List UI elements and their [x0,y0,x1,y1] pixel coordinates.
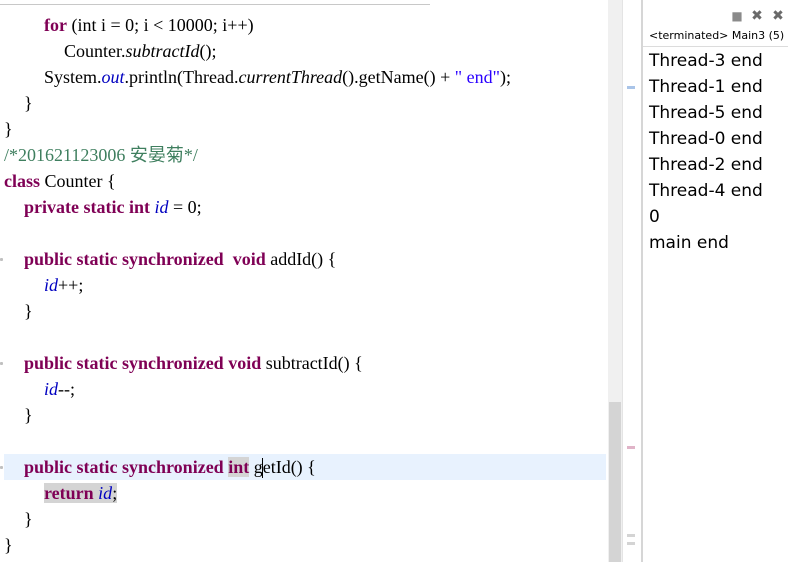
code-token: class [4,171,40,191]
code-token: addId() { [265,249,337,269]
console-toolbar: ■ ✖ ✖ <terminated> Main3 (5) [643,0,788,47]
code-token: " end" [454,67,500,87]
code-editor[interactable]: for (int i = 0; i < 10000; i++) Counter.s… [0,0,608,562]
fold-marker[interactable] [0,362,3,365]
code-token: subtractId() { [261,353,363,373]
console-output-line: Thread-1 end [649,77,763,97]
ruler-occurrence-mark[interactable] [627,534,635,537]
code-line[interactable]: /*201621123006 安晏菊*/ [4,142,198,168]
code-token: ().getName() + [342,67,455,87]
ruler-occurrence-mark[interactable] [627,86,635,89]
fold-marker[interactable] [0,466,3,469]
code-token: public static synchronized void [24,353,262,373]
code-line[interactable]: } [24,402,33,428]
remove-all-launches-icon[interactable]: ✖ [770,8,786,24]
code-token: int [228,457,250,477]
code-token: subtractId [125,41,200,61]
code-line[interactable]: } [4,532,13,558]
code-token: id [98,483,113,503]
remove-launch-icon[interactable]: ✖ [749,8,765,24]
console-title: <terminated> Main3 (5) [649,29,785,42]
code-line[interactable]: id++; [44,272,83,298]
code-token: getId() { [249,457,316,477]
code-line[interactable]: } [4,116,13,142]
console-output-line: Thread-5 end [649,103,763,123]
code-token: Counter. [64,41,126,61]
code-line[interactable]: class Counter { [4,168,116,194]
code-token: private static int [24,197,155,217]
editor-top-edge [0,0,430,5]
code-line[interactable]: for (int i = 0; i < 10000; i++) [44,12,254,38]
code-token: Counter { [40,171,116,191]
code-token: id [44,275,59,295]
code-token: --; [58,379,76,399]
code-token: out [101,67,125,87]
code-token: .println(Thread. [124,67,239,87]
overview-ruler[interactable] [622,0,637,562]
code-token: ++; [58,275,84,295]
code-token: currentThread [238,67,343,87]
code-line[interactable]: return id; [44,480,118,506]
code-token: return [44,483,94,503]
terminate-icon[interactable]: ■ [729,8,745,24]
code-token: } [24,93,33,113]
code-line[interactable]: System.out.println(Thread.currentThread(… [44,64,511,90]
code-token: = 0; [168,197,202,217]
code-token: id [154,197,169,217]
code-token: (); [199,41,217,61]
code-token: } [24,509,33,529]
scrollbar-thumb[interactable] [609,402,621,562]
code-token: } [4,119,13,139]
console-output-line: Thread-0 end [649,129,763,149]
code-token: System. [44,67,102,87]
code-token: id [44,379,59,399]
text-caret [262,458,263,478]
code-line[interactable]: } [24,298,33,324]
console-output-line: Thread-4 end [649,181,763,201]
code-token: /*201621123006 安晏菊*/ [4,145,198,165]
code-line[interactable]: private static int id = 0; [24,194,202,220]
code-line[interactable]: } [24,90,33,116]
code-token: public static synchronized [24,457,229,477]
console-output-line: Thread-2 end [649,155,763,175]
console-output-line: Thread-3 end [649,51,763,71]
code-line[interactable]: public static synchronized int getId() { [24,454,316,480]
ruler-occurrence-mark[interactable] [627,542,635,545]
code-line[interactable]: public static synchronized void subtract… [24,350,363,376]
code-line[interactable]: Counter.subtractId(); [64,38,217,64]
code-token: public static synchronized void [24,249,266,269]
editor-vertical-scrollbar[interactable] [608,0,622,562]
console-output-line: main end [649,233,729,253]
fold-marker[interactable] [0,258,3,261]
code-token: } [24,405,33,425]
code-token: for [44,15,67,35]
code-line[interactable]: } [24,506,33,532]
code-token: } [4,535,13,555]
code-line[interactable]: id--; [44,376,75,402]
code-token: } [24,301,33,321]
ruler-occurrence-mark[interactable] [627,446,635,449]
code-line[interactable]: public static synchronized void addId() … [24,246,336,272]
console-view: ■ ✖ ✖ <terminated> Main3 (5) Thread-3 en… [643,0,788,562]
code-token: ); [499,67,511,87]
code-token: ; [112,483,118,503]
console-output-line: 0 [649,207,660,227]
code-token: (int i = 0; i < 10000; i++) [66,15,254,35]
